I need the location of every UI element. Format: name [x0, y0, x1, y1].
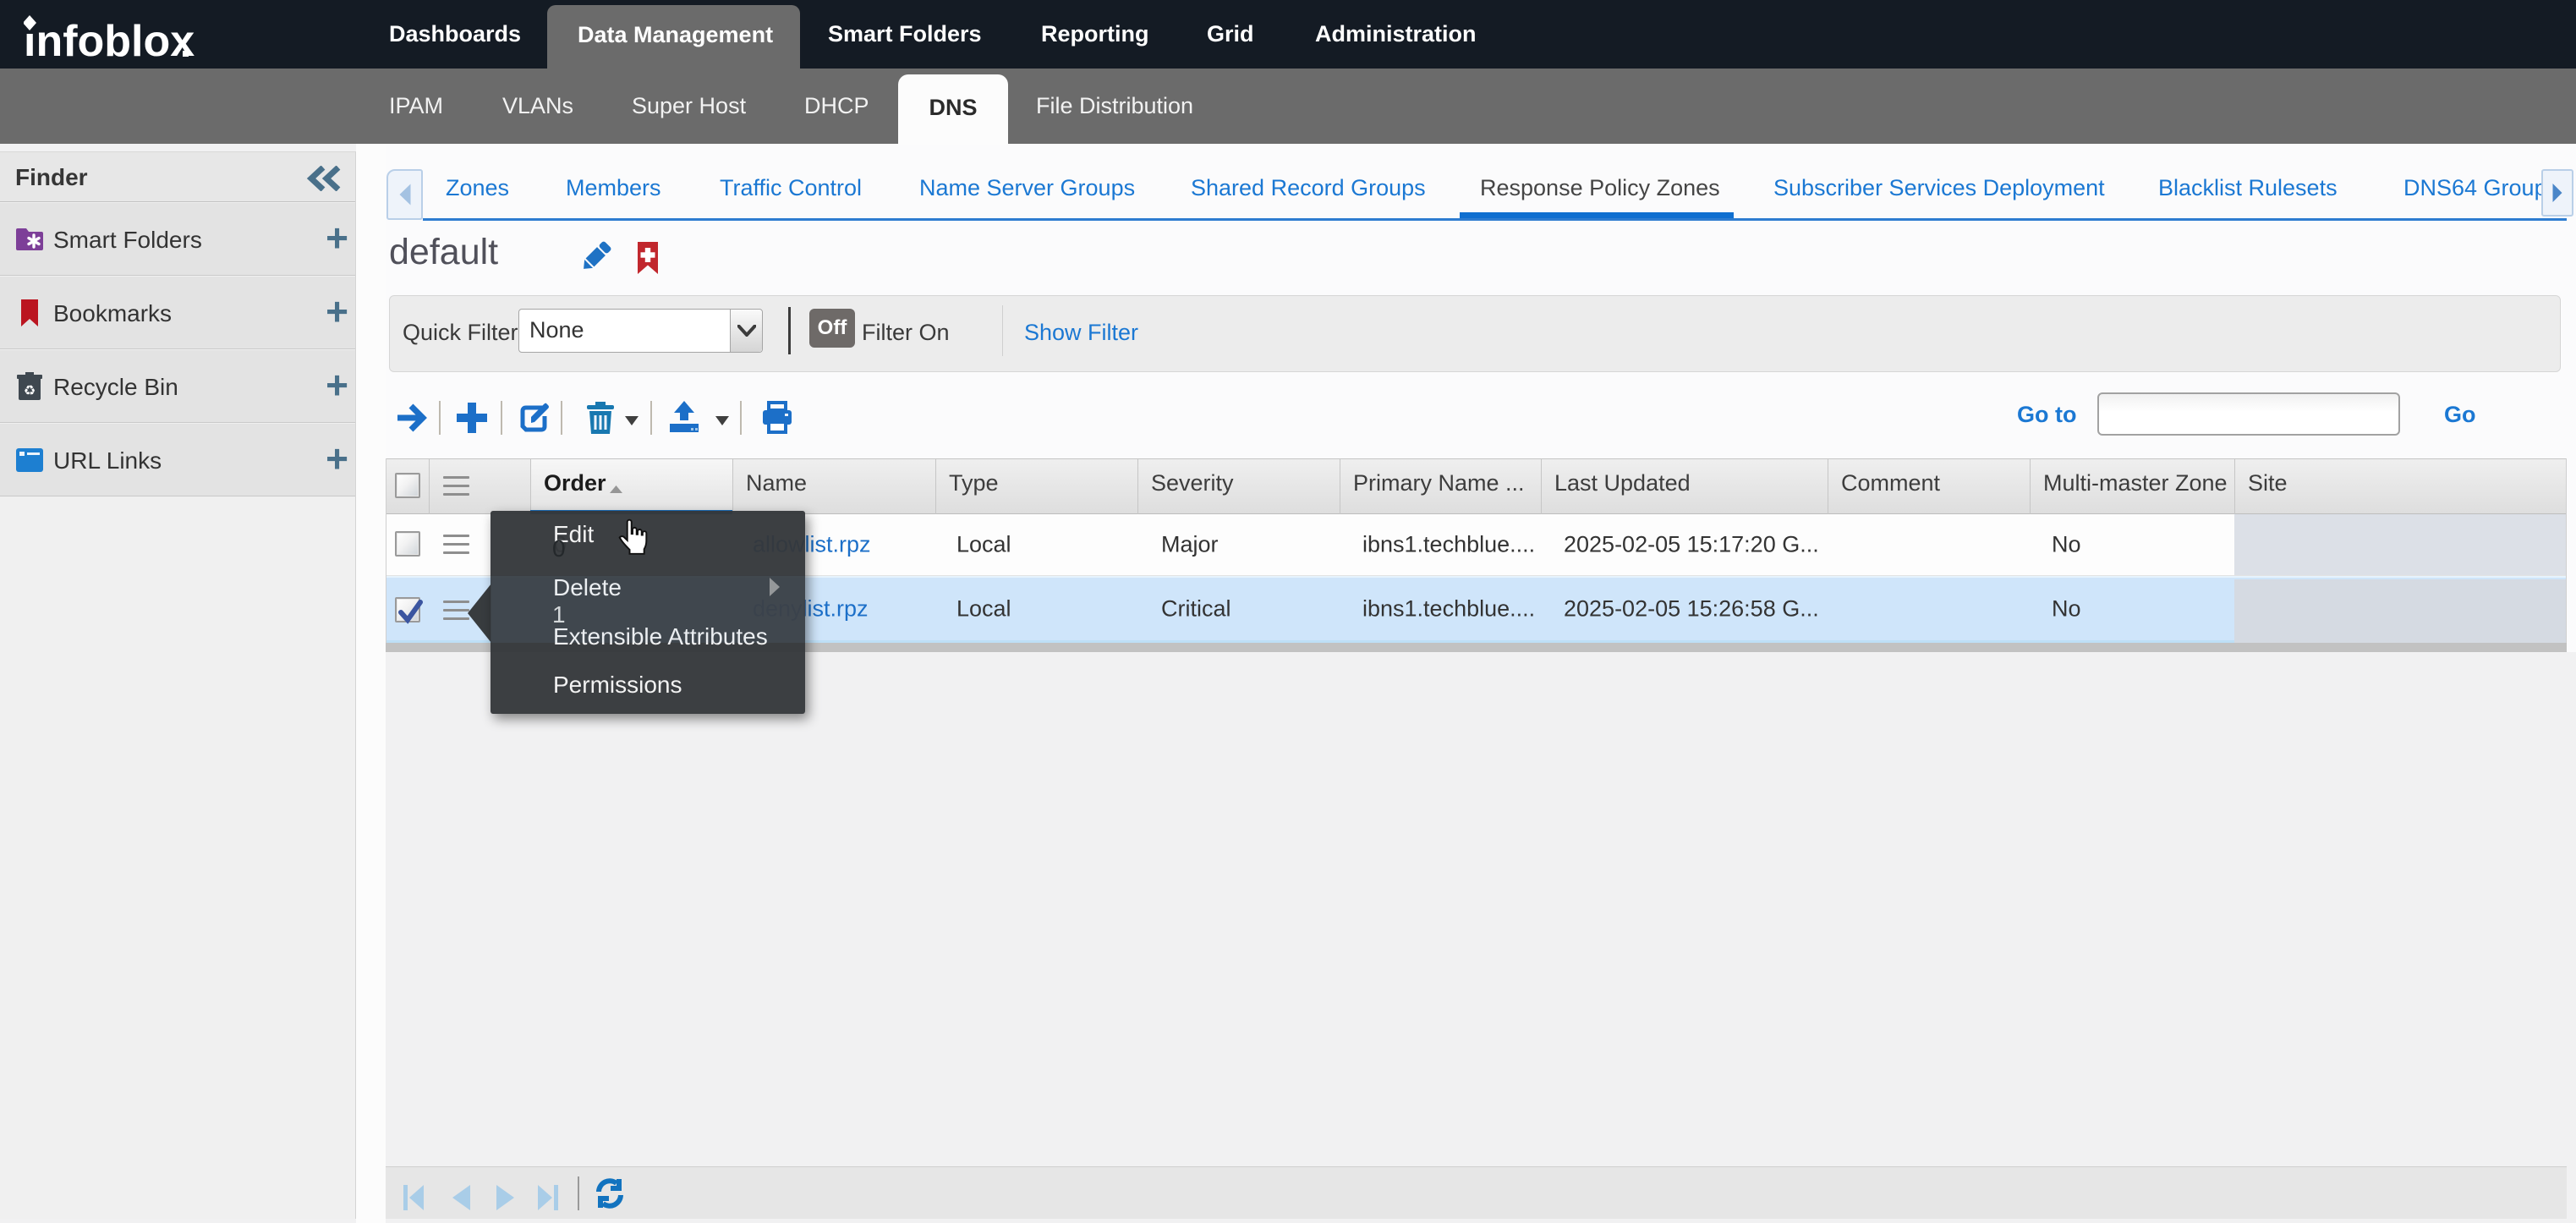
svg-text:infoblox: infoblox [24, 17, 195, 61]
svg-text:♻: ♻ [24, 384, 36, 398]
